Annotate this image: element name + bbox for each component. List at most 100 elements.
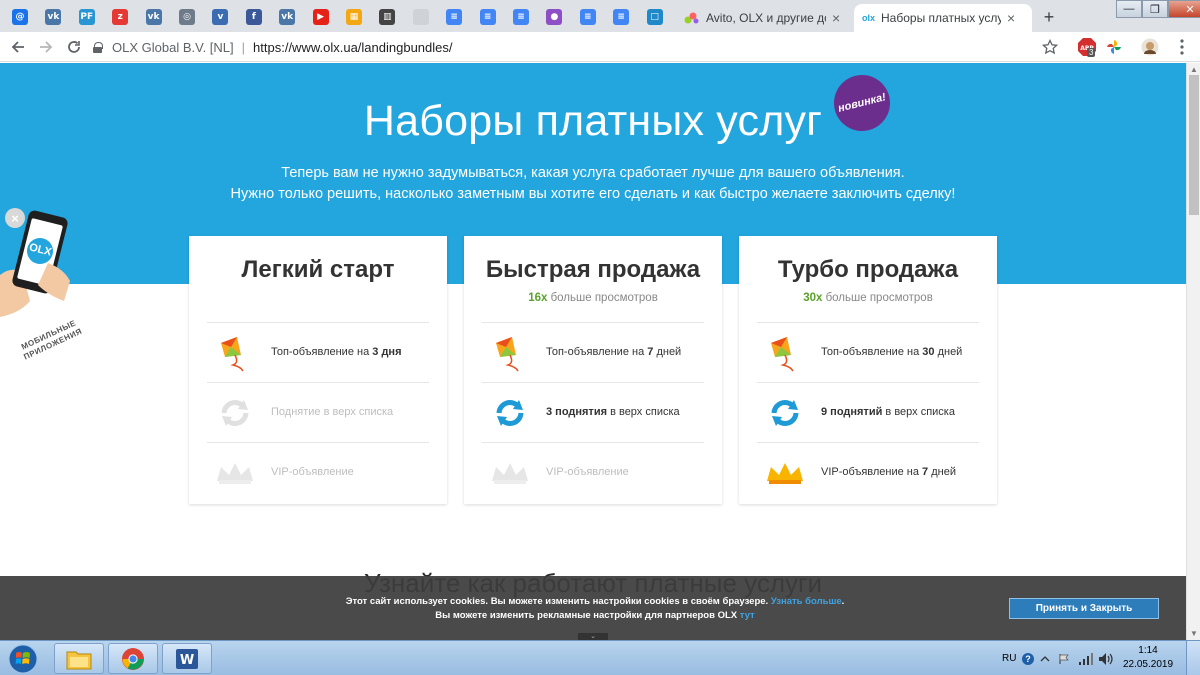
pinned-tab[interactable]: ● (540, 4, 568, 30)
window-close-button[interactable]: ✕ (1168, 0, 1200, 18)
pinned-tab[interactable]: PF (73, 4, 101, 30)
forward-button[interactable] (36, 37, 56, 57)
pinned-tab[interactable]: ≡ (440, 4, 468, 30)
word-icon: W (176, 648, 198, 669)
accept-and-close-button[interactable]: Принять и Закрыть (1009, 598, 1159, 619)
close-widget-button[interactable]: × (5, 208, 25, 228)
feature-vip: VIP-объявление (207, 442, 429, 502)
show-desktop-button[interactable] (1186, 641, 1200, 675)
vk-icon: vk (45, 9, 62, 25)
help-icon[interactable]: ? (1022, 641, 1034, 675)
address-bar[interactable]: OLX Global B.V. [NL] | https://www.olx.u… (92, 35, 1064, 59)
taskbar-chrome[interactable] (108, 643, 158, 674)
window-controls: — ❐ ✕ (1116, 0, 1200, 18)
chevron-down-icon[interactable]: ⌄ (578, 633, 608, 640)
pinned-tab[interactable]: ▶ (307, 4, 335, 30)
scrollbar-thumb[interactable] (1189, 75, 1199, 215)
bundle-card-easy-start[interactable]: Легкий старт Топ-объявление на 3 дня Под… (189, 236, 447, 504)
learn-more-link[interactable]: Узнать больше (771, 596, 842, 607)
refresh-icon (761, 393, 809, 433)
extension-button[interactable] (1104, 37, 1124, 57)
language-indicator[interactable]: RU (1002, 641, 1016, 675)
feature-bump: 9 поднятий в верх списка (757, 382, 979, 442)
minimize-button[interactable]: — (1116, 0, 1142, 18)
tab-avito[interactable]: Avito, OLX и другие доски × (676, 4, 854, 32)
pinned-tab[interactable]: vk (273, 4, 301, 30)
hero-subtitle: Теперь вам не нужно задумываться, какая … (0, 163, 1186, 205)
reload-icon (68, 41, 80, 53)
docs-icon: ≡ (579, 9, 596, 25)
windows-logo-icon (8, 644, 38, 673)
back-button[interactable] (8, 37, 28, 57)
clock-date: 22.05.2019 (1122, 659, 1174, 670)
pinned-tab[interactable]: ≡ (474, 4, 502, 30)
back-arrow-icon (11, 41, 24, 53)
v-icon: v (212, 9, 229, 25)
bundle-card-turbo-sale[interactable]: Турбо продажа 30x больше просмотров Топ-… (739, 236, 997, 504)
url-text[interactable]: https://www.olx.ua/landingbundles/ (253, 40, 452, 55)
subtitle-line: Теперь вам не нужно задумываться, какая … (281, 165, 905, 181)
close-icon[interactable]: × (832, 10, 840, 26)
bundle-cards: Легкий старт Топ-объявление на 3 дня Под… (189, 236, 997, 506)
site-identity[interactable]: OLX Global B.V. [NL] (112, 40, 234, 55)
start-button[interactable] (4, 642, 42, 675)
pinned-tab[interactable]: v (206, 4, 234, 30)
cookie-banner: Этот сайт использует cookies. Вы можете … (0, 576, 1186, 640)
taskbar-explorer[interactable] (54, 643, 104, 674)
scroll-down-icon[interactable]: ▼ (1190, 629, 1198, 638)
reload-button[interactable] (64, 37, 84, 57)
square-icon: □ (646, 9, 663, 25)
profile-avatar[interactable] (1140, 37, 1160, 57)
tray-expand-icon[interactable] (1040, 641, 1050, 675)
cookie-text: Этот сайт использует cookies. Вы можете … (345, 596, 845, 621)
pinned-tab[interactable]: @ (6, 4, 34, 30)
network-icon[interactable] (1078, 641, 1094, 675)
refresh-icon (211, 393, 259, 433)
crown-icon (761, 453, 809, 493)
pinned-tab[interactable]: ▦ (340, 4, 368, 30)
feature-top-ad: Топ-объявление на 7 дней (482, 322, 704, 382)
taskbar-word[interactable]: W (162, 643, 212, 674)
pinned-tab[interactable]: ◎ (173, 4, 201, 30)
star-icon (1042, 39, 1058, 55)
pinned-tab[interactable]: ≡ (507, 4, 535, 30)
mobile-apps-widget[interactable]: OLX × МОБИЛЬНЫЕ ПРИЛОЖЕНИЯ (0, 205, 90, 385)
browser-menu-button[interactable] (1172, 37, 1192, 57)
volume-icon[interactable] (1098, 641, 1114, 675)
pinned-tab[interactable]: vk (39, 4, 67, 30)
pinned-tab[interactable]: ≡ (574, 4, 602, 30)
pinned-tab[interactable]: f (240, 4, 268, 30)
z-icon: z (112, 9, 129, 25)
avito-icon (684, 12, 699, 24)
pinned-tab[interactable]: vk (140, 4, 168, 30)
vk-icon: vk (145, 9, 162, 25)
restore-button[interactable]: ❐ (1142, 0, 1168, 18)
close-icon[interactable]: × (1007, 10, 1015, 26)
pinned-tab[interactable]: ≡ (607, 4, 635, 30)
page-scrollbar[interactable]: ▲ ▼ (1186, 63, 1200, 640)
clock-time: 1:14 (1138, 645, 1158, 656)
feature-text: 9 поднятий в верх списка (821, 406, 955, 418)
avatar-icon (1141, 38, 1159, 56)
pinned-tab[interactable] (407, 4, 435, 30)
pinned-tab[interactable]: □ (641, 4, 669, 30)
ad-settings-link[interactable]: тут (740, 610, 755, 621)
kite-icon (761, 333, 809, 373)
pinned-tab[interactable]: ▥ (373, 4, 401, 30)
pinwheel-icon (1107, 40, 1121, 54)
pinned-tab[interactable]: z (106, 4, 134, 30)
feature-bump: Поднятие в верх списка (207, 382, 429, 442)
flag-icon[interactable] (1058, 641, 1070, 675)
feature-text: Топ-объявление на 7 дней (546, 346, 682, 358)
tab-olx[interactable]: olx Наборы платных услуг × (854, 4, 1032, 32)
adblock-extension-button[interactable]: ABP 3 (1076, 37, 1098, 57)
feature-vip: VIP-объявление на 7 дней (757, 442, 979, 502)
system-clock[interactable]: 1:14 22.05.2019 (1122, 644, 1174, 672)
at-icon: @ (12, 9, 28, 25)
new-tab-button[interactable]: + (1038, 6, 1060, 28)
vk-icon: vk (279, 9, 296, 25)
bundle-card-fast-sale[interactable]: Быстрая продажа 16x больше просмотров То… (464, 236, 722, 504)
scroll-up-icon[interactable]: ▲ (1190, 65, 1198, 74)
views-multiplier: 30x больше просмотров (803, 292, 933, 304)
bookmark-star-button[interactable] (1040, 37, 1060, 57)
